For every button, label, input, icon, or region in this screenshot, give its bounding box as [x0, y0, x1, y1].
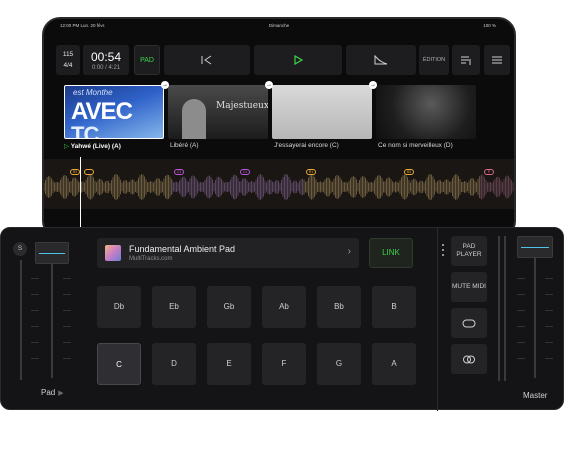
loop-icon	[462, 319, 476, 327]
tempo-display[interactable]: 115 4/4	[56, 45, 80, 75]
transition-arrow-icon: →	[161, 81, 169, 89]
menu-button[interactable]	[484, 45, 510, 75]
section-marker[interactable]: R2	[404, 169, 414, 175]
transport-toolbar: 115 4/4 00:54 0:00 / 4:21 PAD ÉDITION	[56, 45, 510, 75]
song-title-1[interactable]: ▷ Yahwé (Live) (A)	[64, 142, 121, 150]
pad-player-panel: S Pad ▶ Fundamental Ambient Pad MultiTrac…	[0, 227, 564, 411]
pad-toggle-button[interactable]: PAD	[134, 45, 160, 75]
play-button[interactable]	[254, 45, 342, 75]
crossfade-button[interactable]	[451, 344, 487, 374]
key-pad-button[interactable]: E	[207, 343, 251, 385]
playlist-button[interactable]	[452, 45, 480, 75]
section-marker[interactable]: C3	[174, 169, 184, 175]
transition-arrow-icon: →	[265, 81, 273, 89]
artwork-text-tc: TC	[71, 122, 99, 139]
song-artwork-3[interactable]	[272, 85, 372, 139]
loop-button[interactable]	[451, 308, 487, 338]
link-button[interactable]: LINK	[369, 238, 413, 268]
key-pad-button[interactable]: F	[262, 343, 306, 385]
skip-back-icon	[201, 55, 212, 65]
waveform-graphic	[44, 174, 514, 200]
key-pad-button[interactable]: B	[372, 286, 416, 328]
master-meter	[504, 236, 506, 381]
setlist-artwork: est Monthe AVEC TC Majestueux → → →	[64, 81, 476, 139]
fade-out-icon	[374, 55, 388, 65]
key-pad-button[interactable]: Ab	[262, 286, 306, 328]
section-marker[interactable]	[84, 169, 94, 175]
skip-back-button[interactable]	[164, 45, 250, 75]
transition-arrow-icon: →	[369, 81, 377, 89]
section-marker[interactable]: R1	[306, 169, 316, 175]
pad-fader-track[interactable]	[20, 260, 22, 380]
status-bar: 12:00 PM Lun. 20 févr. Dimanche 100 %	[44, 21, 514, 31]
playhead[interactable]	[80, 157, 81, 229]
time-signature: 4/4	[63, 62, 73, 69]
drag-handle-icon[interactable]	[442, 244, 445, 258]
key-pad-button[interactable]: Gb	[207, 286, 251, 328]
pad-fader-track[interactable]	[51, 248, 53, 378]
mute-midi-button[interactable]: MUTE MIDI	[451, 272, 487, 302]
key-pad-button[interactable]: D	[152, 343, 196, 385]
edit-button[interactable]: ÉDITION	[419, 45, 449, 75]
key-pad-button[interactable]: Db	[97, 286, 141, 328]
pad-song-source: MultiTracks.com	[129, 256, 173, 262]
master-fader-track[interactable]	[534, 248, 536, 378]
setlist-titles: ▷ Yahwé (Live) (A) Libéré (A) J'essayera…	[64, 142, 484, 152]
pad-fader-handle[interactable]	[35, 242, 69, 264]
channel-name: Pad	[41, 388, 56, 397]
artwork-text-majestueux: Majestueux	[216, 101, 268, 111]
song-artwork-4[interactable]	[376, 85, 476, 139]
waveform-timeline[interactable]: R2 C3 C4 R1 R2 P	[44, 159, 514, 209]
chevron-right-icon: ›	[347, 246, 351, 257]
section-marker[interactable]: C4	[240, 169, 250, 175]
song-title-4[interactable]: Ce nom si merveilleux (D)	[378, 142, 453, 149]
now-playing-icon: ▷	[64, 143, 69, 150]
tablet-screen: 12:00 PM Lun. 20 févr. Dimanche 100 % 11…	[42, 17, 516, 239]
key-pad-button[interactable]: A	[372, 343, 416, 385]
elapsed-time: 00:54	[90, 49, 122, 64]
pad-song-selector[interactable]: Fundamental Ambient Pad MultiTracks.com …	[97, 238, 359, 268]
song-artwork-1[interactable]: est Monthe AVEC TC	[64, 85, 164, 139]
pad-song-title: Fundamental Ambient Pad	[129, 244, 236, 254]
song-title-3[interactable]: J'essayerai encore (C)	[274, 142, 339, 149]
song-title-text: Yahwé (Live) (A)	[70, 143, 121, 150]
artwork-figure	[182, 99, 206, 139]
solo-button[interactable]: S	[13, 242, 27, 256]
pad-channel-label: Pad ▶	[41, 388, 64, 397]
master-fader-handle[interactable]	[517, 236, 553, 258]
panel-divider	[437, 228, 438, 411]
song-title-2[interactable]: Libéré (A)	[170, 142, 199, 149]
app-screenshot: 12:00 PM Lun. 20 févr. Dimanche 100 % 11…	[0, 0, 564, 453]
key-pad-button[interactable]: G	[317, 343, 361, 385]
tempo-value: 115	[62, 51, 74, 58]
pad-player-button[interactable]: PAD PLAYER	[451, 236, 487, 266]
status-day: Dimanche	[268, 23, 290, 28]
time-display: 00:54 0:00 / 4:21	[83, 45, 129, 75]
status-battery: 100 %	[483, 23, 496, 28]
section-marker[interactable]: R2	[70, 169, 80, 175]
time-progress: 0:00 / 4:21	[91, 64, 121, 71]
artwork-script-text: est Monthe	[73, 88, 113, 97]
play-arrow-icon: ▶	[58, 390, 64, 397]
crossfade-icon	[463, 355, 475, 363]
master-label: Master	[523, 391, 548, 400]
hamburger-icon	[492, 56, 502, 64]
key-pad-button[interactable]: C	[97, 343, 141, 385]
playlist-icon	[460, 56, 470, 65]
key-pad-button[interactable]: Eb	[152, 286, 196, 328]
key-pad-button[interactable]: Bb	[317, 286, 361, 328]
play-icon	[294, 55, 303, 65]
song-artwork-2[interactable]: Majestueux	[168, 85, 268, 139]
master-meter	[498, 236, 500, 381]
section-marker[interactable]: P	[484, 169, 494, 175]
song-artwork	[105, 245, 121, 261]
fade-out-button[interactable]	[346, 45, 416, 75]
